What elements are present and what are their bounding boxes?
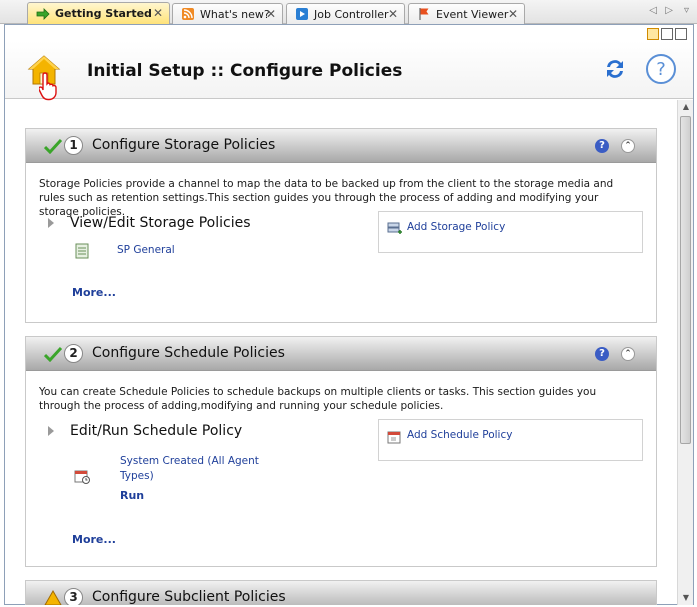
step-number: 1	[64, 136, 83, 155]
action-panel: Add Storage Policy	[378, 211, 643, 253]
page-title: Initial Setup :: Configure Policies	[87, 61, 403, 81]
subsection-title: Edit/Run Schedule Policy	[70, 423, 243, 439]
tab-list-menu-icon[interactable]: ▿	[684, 5, 689, 16]
section-header[interactable]: 2 Configure Schedule Policies ? ⌃	[26, 337, 656, 371]
section-help-icon[interactable]: ?	[595, 139, 609, 153]
close-icon[interactable]: ✕	[388, 7, 398, 21]
warning-icon	[44, 590, 62, 605]
pin-icon[interactable]	[647, 28, 659, 40]
tab-event-viewer[interactable]: Event Viewer ✕	[408, 3, 525, 24]
flag-icon	[419, 8, 429, 20]
section-subclient-policies: 3 Configure Subclient Policies	[25, 580, 657, 605]
tab-scroll-left-icon[interactable]: ◁	[649, 5, 657, 16]
tab-label: Job Controller	[314, 7, 389, 21]
scroll-up-icon[interactable]: ▲	[678, 100, 694, 114]
add-storage-policy-icon	[387, 222, 402, 234]
more-link[interactable]: More...	[72, 533, 116, 546]
pane-controls	[647, 28, 687, 40]
tab-label: Getting Started	[55, 7, 152, 20]
close-icon[interactable]: ✕	[508, 7, 518, 21]
add-schedule-policy-icon	[387, 431, 401, 444]
page-header: Initial Setup :: Configure Policies ?	[5, 41, 693, 99]
subsection-title: View/Edit Storage Policies	[70, 215, 251, 231]
editor-tab-bar: Getting Started ✕ What's new? ✕ Job Cont…	[0, 0, 697, 24]
restore-icon[interactable]	[661, 28, 673, 40]
section-help-icon[interactable]: ?	[595, 347, 609, 361]
collapse-icon[interactable]: ⌃	[621, 139, 635, 153]
schedule-policy-icon	[74, 470, 90, 484]
green-arrow-icon	[36, 7, 50, 20]
section-header[interactable]: 3 Configure Subclient Policies	[26, 581, 656, 605]
section-description: You can create Schedule Policies to sche…	[39, 386, 597, 412]
tab-label: What's new?	[200, 7, 270, 21]
step-number: 3	[64, 588, 83, 605]
svg-text:?: ?	[656, 59, 666, 80]
section-schedule-policies: 2 Configure Schedule Policies ? ⌃ You ca…	[25, 336, 657, 567]
section-header[interactable]: 1 Configure Storage Policies ? ⌃	[26, 129, 656, 163]
close-icon[interactable]: ✕	[153, 6, 163, 20]
play-icon	[296, 8, 308, 20]
collapse-icon[interactable]: ⌃	[621, 347, 635, 361]
getting-started-pane: Initial Setup :: Configure Policies ? 1 …	[4, 24, 694, 605]
tab-whats-new[interactable]: What's new? ✕	[172, 3, 283, 24]
section-title: Configure Subclient Policies	[92, 589, 286, 605]
close-icon[interactable]: ✕	[266, 7, 276, 21]
scroll-content: 1 Configure Storage Policies ? ⌃ Storage…	[5, 100, 675, 605]
section-storage-policies: 1 Configure Storage Policies ? ⌃ Storage…	[25, 128, 657, 323]
expand-arrow-icon[interactable]	[48, 218, 54, 228]
rss-icon	[182, 8, 194, 20]
add-storage-policy-link[interactable]: Add Storage Policy	[407, 221, 505, 233]
more-link[interactable]: More...	[72, 286, 116, 299]
help-icon[interactable]: ?	[645, 53, 677, 85]
add-schedule-policy-link[interactable]: Add Schedule Policy	[407, 429, 512, 441]
check-icon	[44, 346, 62, 362]
maximize-icon[interactable]	[675, 28, 687, 40]
check-icon	[44, 138, 62, 154]
tab-job-controller[interactable]: Job Controller ✕	[286, 3, 405, 24]
tab-scroll-right-icon[interactable]: ▷	[665, 5, 673, 16]
scroll-thumb[interactable]	[680, 116, 691, 444]
refresh-icon[interactable]	[601, 55, 629, 83]
hand-cursor-icon	[39, 72, 57, 101]
step-number: 2	[64, 344, 83, 363]
vertical-scrollbar[interactable]: ▲ ▼	[677, 100, 693, 605]
storage-policy-link[interactable]: SP General	[117, 243, 175, 258]
section-title: Configure Storage Policies	[92, 137, 276, 153]
action-panel: Add Schedule Policy	[378, 419, 643, 461]
tab-label: Event Viewer	[436, 7, 509, 21]
scroll-down-icon[interactable]: ▼	[678, 591, 694, 605]
tab-getting-started[interactable]: Getting Started ✕	[27, 2, 170, 24]
expand-arrow-icon[interactable]	[48, 426, 54, 436]
section-title: Configure Schedule Policies	[92, 345, 285, 361]
run-link[interactable]: Run	[120, 489, 144, 502]
storage-policy-icon	[75, 243, 89, 259]
schedule-policy-link[interactable]: System Created (All Agent Types)	[120, 454, 270, 484]
